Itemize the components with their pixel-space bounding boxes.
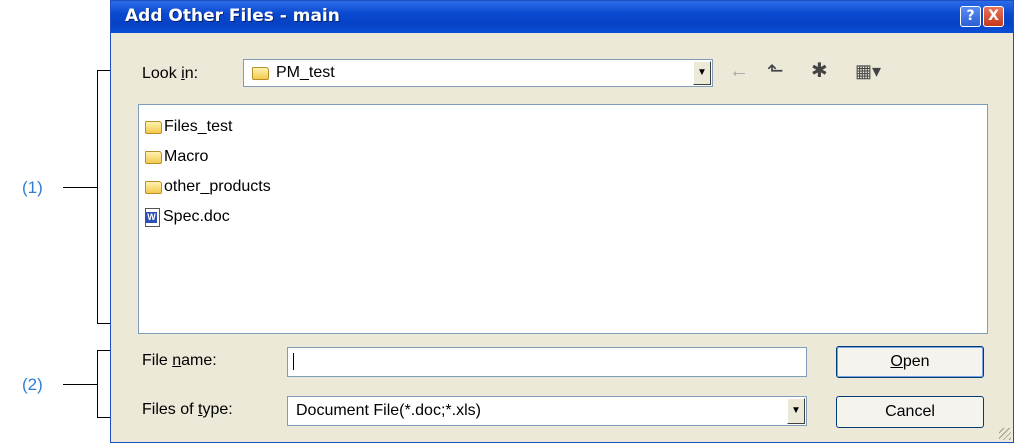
- file-name-label: File name:: [142, 352, 217, 369]
- title-bar[interactable]: Add Other Files - main ? X: [111, 1, 1013, 33]
- open-button[interactable]: Open: [836, 346, 984, 378]
- file-name-input[interactable]: [287, 347, 807, 377]
- file-list[interactable]: Files_test Macro other_products W Spec.d…: [138, 104, 988, 334]
- list-item-other-products[interactable]: other_products: [145, 176, 271, 198]
- folder-icon: [145, 150, 162, 164]
- add-other-files-dialog: Add Other Files - main ? X Look in: PM_t…: [110, 0, 1014, 443]
- look-in-value: PM_test: [276, 64, 335, 81]
- files-of-type-select[interactable]: Document File(*.doc;*.xls) ▼: [287, 396, 807, 426]
- list-item-spec-doc[interactable]: W Spec.doc: [145, 206, 230, 228]
- file-name: other_products: [164, 178, 271, 195]
- word-document-icon: W: [145, 207, 160, 227]
- files-of-type-label: Files of type:: [142, 401, 233, 418]
- file-name: Files_test: [164, 118, 233, 135]
- back-arrow-icon[interactable]: ←: [729, 61, 749, 81]
- chevron-down-icon[interactable]: ▼: [787, 398, 805, 424]
- close-button[interactable]: X: [983, 6, 1004, 27]
- callout-1-bracket: [97, 70, 98, 324]
- new-folder-icon[interactable]: ✱: [811, 61, 828, 81]
- list-item-files-test[interactable]: Files_test: [145, 116, 232, 138]
- look-in-label: Look in:: [142, 65, 199, 82]
- folder-icon: [145, 180, 162, 194]
- callout-1-leader: [63, 187, 97, 188]
- resize-grip[interactable]: [999, 428, 1011, 440]
- dialog-title: Add Other Files - main: [125, 6, 340, 26]
- look-in-select[interactable]: PM_test ▼: [243, 59, 713, 87]
- help-button[interactable]: ?: [960, 6, 981, 27]
- text-caret: [293, 353, 294, 370]
- callout-2-bracket: [97, 350, 98, 418]
- callout-1-label: (1): [22, 178, 43, 197]
- chevron-down-icon[interactable]: ▼: [693, 61, 711, 85]
- file-name: Macro: [164, 148, 209, 165]
- view-menu-icon[interactable]: ▦▾: [855, 61, 881, 81]
- files-of-type-value: Document File(*.doc;*.xls): [296, 402, 481, 419]
- file-name: Spec.doc: [163, 208, 230, 225]
- cancel-button[interactable]: Cancel: [836, 396, 984, 428]
- list-item-macro[interactable]: Macro: [145, 146, 208, 168]
- folder-icon: [252, 67, 271, 80]
- folder-icon: [145, 120, 162, 134]
- callout-2-label: (2): [22, 375, 43, 394]
- up-folder-icon[interactable]: ⬑: [767, 61, 784, 81]
- callout-2-leader: [63, 384, 97, 385]
